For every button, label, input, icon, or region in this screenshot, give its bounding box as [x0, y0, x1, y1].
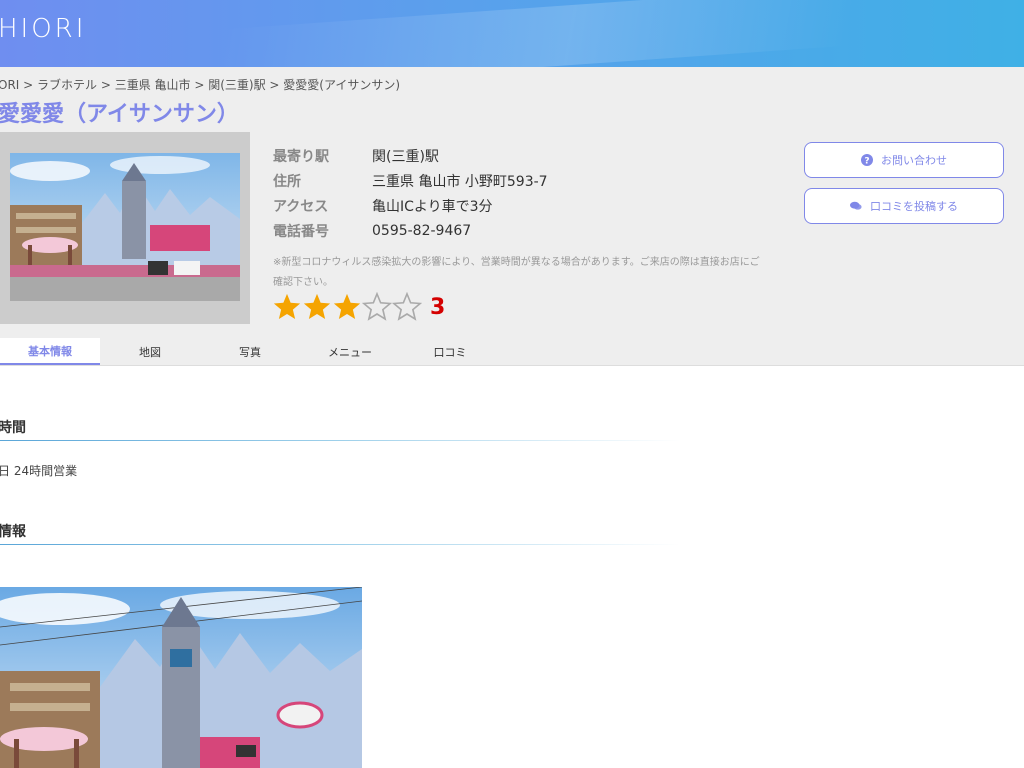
contact-button[interactable]: ? お問い合わせ	[804, 142, 1004, 178]
breadcrumb-item-area[interactable]: 三重県 亀山市	[115, 78, 191, 92]
content-tabs: 基本情報 地図 写真 メニュー 口コミ	[0, 338, 1024, 366]
tab-basic-info[interactable]: 基本情報	[0, 338, 100, 365]
business-hours-text: 日 24時間営業	[0, 464, 78, 478]
tab-map[interactable]: 地図	[100, 338, 200, 365]
star-filled-icon	[333, 293, 361, 319]
section-title-facility: 情報	[0, 524, 26, 540]
breadcrumb-item-station[interactable]: 関(三重)駅	[208, 78, 265, 92]
tabs-divider	[0, 365, 1024, 366]
breadcrumb-item-category[interactable]: ラブホテル	[37, 78, 97, 92]
site-header: HIORI	[0, 0, 1024, 67]
tab-photos[interactable]: 写真	[200, 338, 300, 365]
star-empty-icon	[392, 292, 422, 321]
hotel-main-photo-image	[0, 587, 362, 768]
info-value-station[interactable]: 関(三重)駅	[372, 146, 439, 166]
star-filled-icon	[273, 293, 301, 319]
site-logo[interactable]: HIORI	[0, 14, 86, 44]
breadcrumb-item-current: 愛愛愛(アイサンサン)	[283, 78, 401, 92]
star-empty-icon	[362, 292, 392, 321]
breadcrumb: ORI > ラブホテル > 三重県 亀山市 > 関(三重)駅 > 愛愛愛(アイサ…	[0, 76, 400, 93]
section-title-hours: 時間	[0, 420, 26, 436]
star-list	[272, 292, 422, 322]
covid-notice: ※新型コロナウィルス感染拡大の影響により、営業時間が異なる場合があります。ご来店…	[273, 257, 760, 288]
question-circle-icon: ?	[861, 154, 873, 166]
breadcrumb-separator: >	[19, 78, 38, 92]
rating-stars: 3	[272, 292, 445, 322]
rating-value: 3	[430, 294, 446, 320]
post-review-button-label: 口コミを投稿する	[870, 200, 958, 213]
star-filled-icon	[303, 293, 331, 319]
hotel-photo-frame	[0, 132, 250, 324]
hotel-info-table: 最寄り駅 関(三重)駅 住所 三重県 亀山市 小野町593-7 アクセス 亀山I…	[273, 143, 548, 243]
section-divider	[0, 544, 680, 545]
info-label: 電話番号	[273, 223, 329, 240]
info-label: 住所	[273, 173, 301, 190]
hotel-photo-image	[10, 153, 240, 301]
breadcrumb-separator: >	[97, 78, 115, 92]
breadcrumb-item-home[interactable]: ORI	[0, 78, 19, 92]
info-row-station: 最寄り駅 関(三重)駅	[273, 143, 548, 168]
info-row-access: アクセス 亀山ICより車で3分	[273, 193, 548, 218]
info-value-phone[interactable]: 0595-82-9467	[372, 223, 471, 239]
info-label: アクセス	[273, 198, 329, 215]
breadcrumb-separator: >	[190, 78, 209, 92]
info-value-address: 三重県 亀山市 小野町593-7	[372, 173, 548, 190]
section-divider	[0, 440, 680, 441]
svg-text:?: ?	[864, 157, 869, 167]
info-value-access: 亀山ICより車で3分	[372, 198, 493, 215]
tab-menu[interactable]: メニュー	[300, 338, 400, 365]
page-title: 愛愛愛（アイサンサン）	[0, 102, 239, 127]
hotel-photo-thumbnail[interactable]	[10, 153, 240, 301]
info-label: 最寄り駅	[273, 148, 329, 165]
header-decoration	[0, 0, 1024, 67]
info-row-address: 住所 三重県 亀山市 小野町593-7	[273, 168, 548, 193]
info-row-phone: 電話番号 0595-82-9467	[273, 218, 548, 243]
comments-icon	[850, 201, 862, 210]
post-review-button[interactable]: 口コミを投稿する	[804, 188, 1004, 224]
tab-reviews[interactable]: 口コミ	[400, 338, 500, 365]
contact-button-label: お問い合わせ	[881, 154, 947, 167]
hotel-main-photo[interactable]	[0, 587, 362, 768]
breadcrumb-separator: >	[265, 78, 284, 92]
